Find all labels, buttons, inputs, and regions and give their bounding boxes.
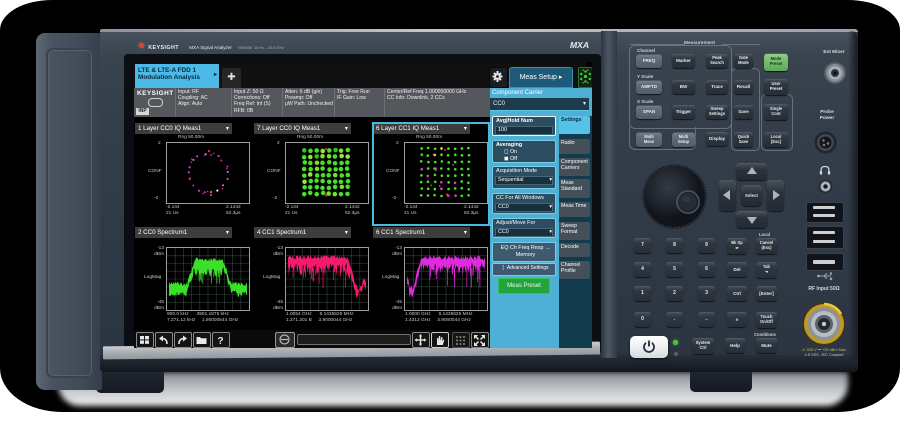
svg-text:?: ? [217,336,223,347]
